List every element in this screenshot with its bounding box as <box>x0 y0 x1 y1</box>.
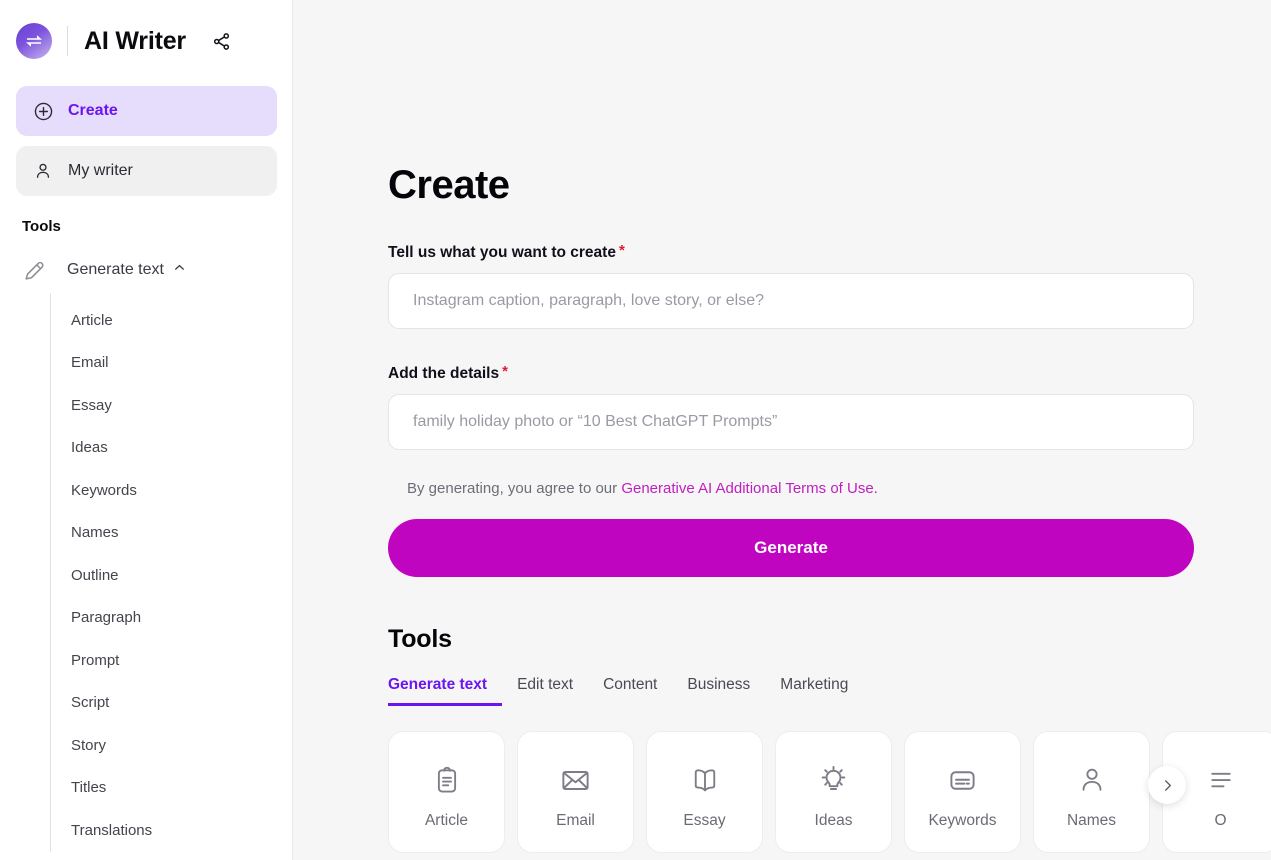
sidebar-subitem-translations[interactable]: Translations <box>71 809 293 852</box>
tab-edit-text[interactable]: Edit text <box>502 676 588 706</box>
person-icon <box>1077 760 1107 800</box>
plus-circle-icon <box>30 98 56 124</box>
sidebar-subitem-label: Article <box>71 311 113 329</box>
tool-card-label: Ideas <box>814 812 853 829</box>
share-icon[interactable] <box>208 27 236 55</box>
required-asterisk: * <box>618 242 625 259</box>
field-create-prompt: Tell us what you want to create * <box>388 242 1271 329</box>
tab-label: Business <box>687 676 751 693</box>
sidebar-subitem-label: Names <box>71 524 119 542</box>
tab-label: Content <box>603 676 658 693</box>
tab-label: Marketing <box>780 676 849 693</box>
generate-button[interactable]: Generate <box>388 519 1194 577</box>
sidebar-subitem-label: Keywords <box>71 481 137 499</box>
tool-card-label: Email <box>556 812 595 829</box>
tab-label: Edit text <box>517 676 574 693</box>
person-icon <box>30 158 56 184</box>
sidebar-subitem-script[interactable]: Script <box>71 682 293 725</box>
tool-card-names[interactable]: Names <box>1033 731 1150 853</box>
field-label-text: Add the details <box>388 365 500 382</box>
tool-card-strip: Article Email Essay Ideas Keywords Names… <box>388 731 1271 853</box>
sidebar-subitem-label: Prompt <box>71 651 120 669</box>
pencil-icon <box>22 256 56 284</box>
create-prompt-input[interactable] <box>388 273 1194 329</box>
tool-card-ideas[interactable]: Ideas <box>775 731 892 853</box>
sidebar-subitem-label: Email <box>71 354 109 372</box>
tab-business[interactable]: Business <box>672 676 765 706</box>
sidebar-subitem-keywords[interactable]: Keywords <box>71 469 293 512</box>
tool-card-label: Keywords <box>928 812 997 829</box>
tab-generate-text[interactable]: Generate text <box>388 676 503 706</box>
sidebar-subitem-titles[interactable]: Titles <box>71 767 293 810</box>
tab-marketing[interactable]: Marketing <box>765 676 863 706</box>
envelope-icon <box>560 760 591 800</box>
carousel-next-button[interactable] <box>1148 766 1186 804</box>
field-label-create-prompt: Tell us what you want to create * <box>388 242 1271 262</box>
sidebar-subitem-label: Translations <box>71 821 153 839</box>
lightbulb-icon <box>818 760 849 800</box>
sidebar-subitem-paragraph[interactable]: Paragraph <box>71 597 293 640</box>
sidebar-subitem-list: Article Email Essay Ideas Keywords Names Outli… <box>50 293 293 852</box>
tools-section-title: Tools <box>388 625 452 653</box>
sidebar-subitem-label: Story <box>71 736 107 754</box>
sidebar-subitem-article[interactable]: Article <box>71 299 293 342</box>
open-book-icon <box>690 760 720 800</box>
tool-card-keywords[interactable]: Keywords <box>904 731 1021 853</box>
app-root: AI Writer Create My writer Tools Generat… <box>0 0 1271 860</box>
sidebar-subitem-label: Outline <box>71 566 119 584</box>
clipboard-icon <box>432 760 462 800</box>
tool-card-label: Article <box>424 812 469 829</box>
tool-card-label: Essay <box>683 812 726 829</box>
sidebar-subitem-label: Titles <box>71 779 107 797</box>
sidebar-subitem-essay[interactable]: Essay <box>71 384 293 427</box>
sidebar-subitem-story[interactable]: Story <box>71 724 293 767</box>
page-title: Create <box>388 163 510 207</box>
sidebar-group-generate-text[interactable]: Generate text <box>0 247 293 293</box>
keyword-card-icon <box>947 760 978 800</box>
sidebar-group-label: Generate text <box>67 261 164 278</box>
chevron-up-icon <box>173 261 186 279</box>
app-title: AI Writer <box>84 26 186 55</box>
terms-notice: By generating, you agree to our Generati… <box>388 480 1271 497</box>
sidebar-subitem-label: Ideas <box>71 439 108 457</box>
tool-card-essay[interactable]: Essay <box>646 731 763 853</box>
tool-card-label: Names <box>1066 812 1117 829</box>
brand-header: AI Writer <box>0 0 293 82</box>
tab-label: Generate text <box>388 676 488 693</box>
sidebar-item-create[interactable]: Create <box>16 86 277 136</box>
field-details: Add the details * <box>388 363 1271 450</box>
sidebar: AI Writer Create My writer Tools Generat… <box>0 0 293 860</box>
field-label-text: Tell us what you want to create <box>388 244 616 261</box>
tools-tab-row: Generate text Edit text Content Business Mar… <box>388 676 1271 706</box>
sidebar-item-my-writer-label: My writer <box>68 162 133 179</box>
sidebar-subitem-ideas[interactable]: Ideas <box>71 427 293 470</box>
sidebar-subitem-label: Script <box>71 694 110 712</box>
tool-card-email[interactable]: Email <box>517 731 634 853</box>
sidebar-item-create-label: Create <box>68 102 118 119</box>
tool-card-article[interactable]: Article <box>388 731 505 853</box>
brand-divider <box>67 26 68 56</box>
required-asterisk: * <box>502 363 508 380</box>
swap-arrows-logo-icon <box>16 23 52 59</box>
outline-icon <box>1206 760 1236 800</box>
terms-prefix: By generating, you agree to our <box>407 480 622 497</box>
terms-of-use-link[interactable]: Generative AI Additional Terms of Use. <box>621 480 878 497</box>
tool-card-label: O <box>1214 812 1227 829</box>
sidebar-tools-heading: Tools <box>22 218 61 235</box>
tab-content[interactable]: Content <box>588 676 672 706</box>
sidebar-subitem-label: Essay <box>71 396 112 414</box>
sidebar-subitem-prompt[interactable]: Prompt <box>71 639 293 682</box>
main-content: Create Tell us what you want to create * … <box>293 0 1271 860</box>
sidebar-item-my-writer[interactable]: My writer <box>16 146 277 196</box>
details-input[interactable] <box>388 394 1194 450</box>
sidebar-subitem-names[interactable]: Names <box>71 512 293 555</box>
field-label-details: Add the details * <box>388 363 1271 383</box>
sidebar-subitem-outline[interactable]: Outline <box>71 554 293 597</box>
sidebar-subitem-label: Paragraph <box>71 609 142 627</box>
sidebar-subitem-email[interactable]: Email <box>71 342 293 385</box>
